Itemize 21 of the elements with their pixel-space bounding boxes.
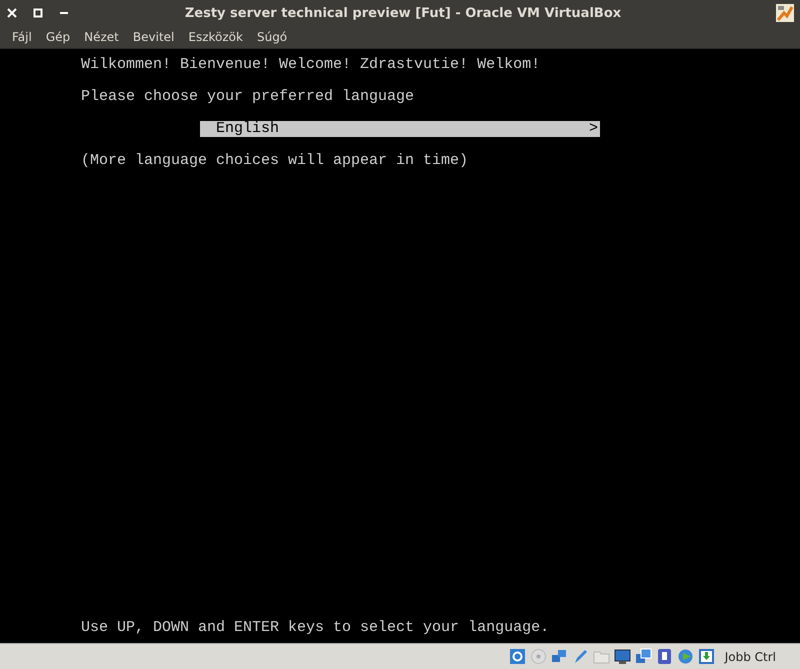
menu-item[interactable]: Súgó — [250, 30, 294, 44]
menu-item[interactable]: Bevitel — [126, 30, 180, 44]
language-option[interactable]: English > — [200, 121, 600, 137]
prompt-text: Please choose your preferred language — [81, 89, 416, 105]
menu-item[interactable]: Nézet — [78, 30, 125, 44]
greeting-text: Wilkommen! Bienvenue! Welcome! Zdrastvutie! Welkom! — [81, 57, 542, 73]
menu-item[interactable]: Gép — [40, 30, 76, 44]
host-key-label: Jobb Ctrl — [724, 650, 776, 664]
note-text: (More language choices will appear in time) — [81, 153, 470, 169]
maximize-icon[interactable] — [33, 8, 43, 18]
network-icon[interactable] — [550, 648, 568, 665]
minimize-icon[interactable] — [59, 12, 69, 14]
app-icon — [776, 4, 794, 22]
download-icon[interactable] — [698, 648, 715, 665]
menu-item[interactable]: Eszközök — [182, 30, 249, 44]
window-title: Zesty server technical preview [Fut] - Oracle VM VirtualBox — [184, 6, 622, 20]
help-text: Use UP, DOWN and ENTER keys to select your language. — [81, 620, 550, 636]
close-icon[interactable] — [7, 8, 17, 18]
monitor-icon[interactable] — [614, 648, 631, 665]
windows-icon[interactable] — [634, 648, 652, 665]
menu-item[interactable]: Fájl — [6, 30, 38, 44]
